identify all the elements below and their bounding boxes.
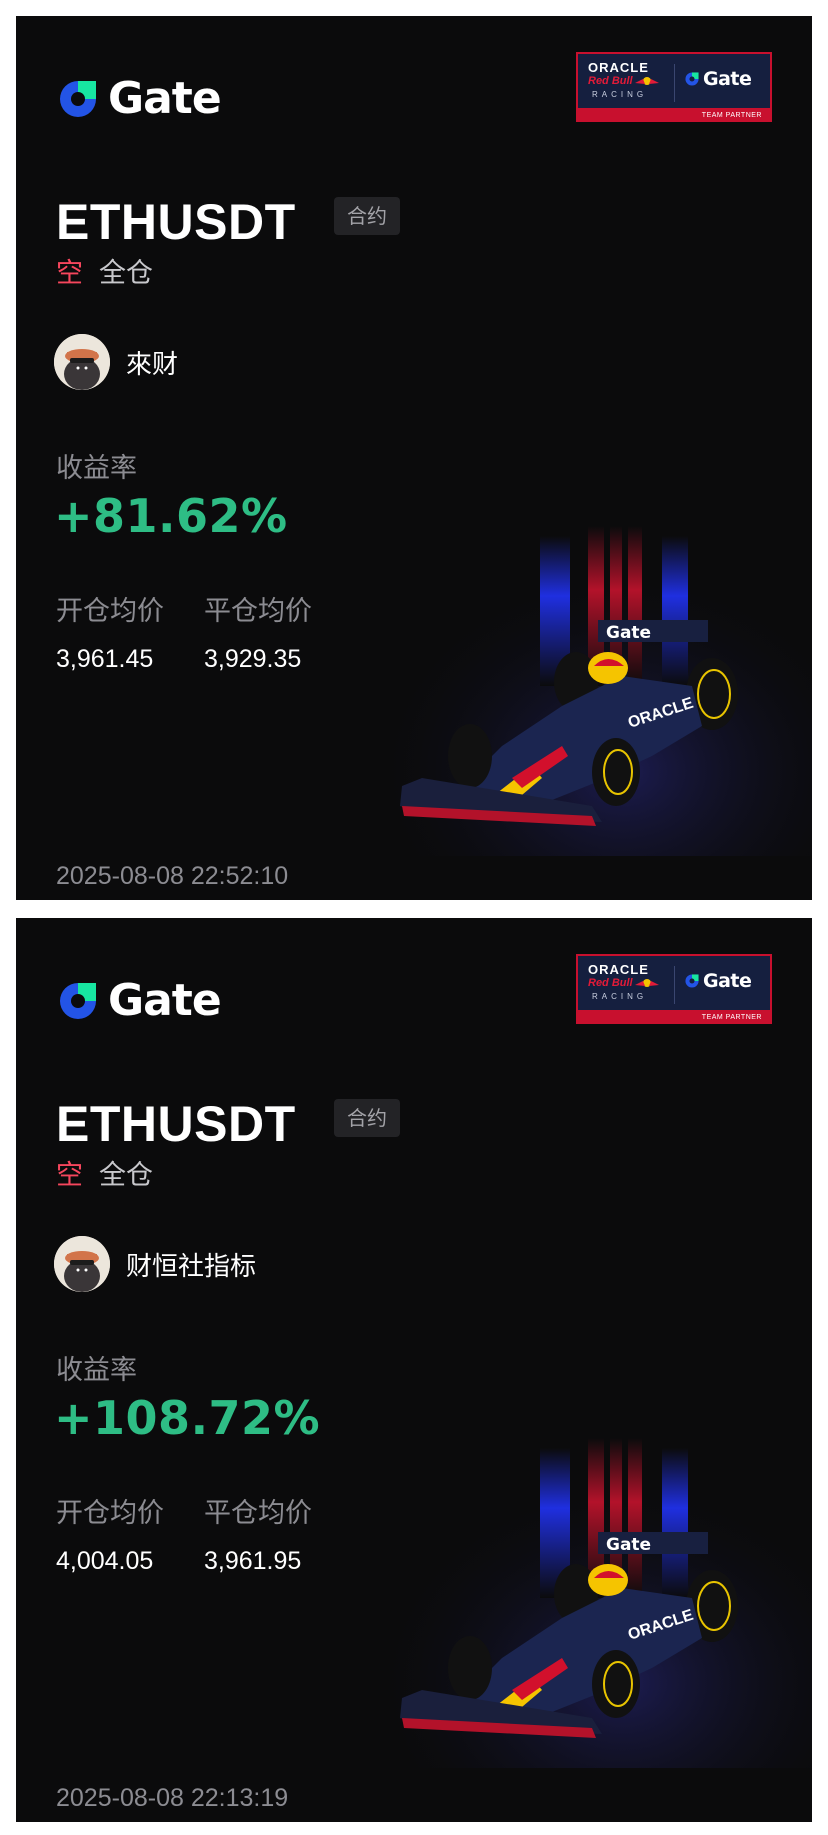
partner-tag-text: TEAM PARTNER [701, 1014, 762, 1021]
car-wing-text: Gate [606, 1535, 651, 1555]
partner-redbull-text: Red Bull [588, 977, 633, 989]
entry-price-block: 开仓均价 3,961.45 [56, 594, 164, 674]
exit-price-label: 平仓均价 [204, 1498, 312, 1529]
exit-price-value: 3,929.35 [204, 645, 302, 673]
partner-gate-text: Gate [703, 970, 752, 992]
gate-logo-icon [60, 983, 96, 1019]
exit-price-value: 3,961.95 [204, 1547, 302, 1575]
brand-name: Gate [108, 73, 222, 124]
direction-short: 空 [56, 1160, 83, 1191]
entry-price-block: 开仓均价 4,004.05 [56, 1496, 164, 1576]
entry-price-value: 3,961.45 [56, 645, 154, 673]
partner-tag-text: TEAM PARTNER [701, 112, 762, 119]
avatar-image [54, 334, 110, 390]
position-info: 空全仓 [56, 1158, 153, 1194]
roi-value: +81.62% [54, 489, 288, 543]
author-row: 來财 [54, 334, 178, 390]
share-card-1: Gate ORACLE Red Bull RACING Gate TEAM PA… [16, 16, 812, 900]
share-card-2: Gate ORACLE Red Bull RACING Gate TEAM PA… [16, 918, 812, 1822]
partner-divider [674, 64, 675, 102]
roi-value: +108.72% [54, 1391, 321, 1445]
entry-price-label: 开仓均价 [56, 596, 164, 627]
partner-gate-logo: Gate [684, 970, 752, 992]
partner-gate-logo: Gate [684, 68, 752, 90]
brand-name: Gate [108, 975, 222, 1026]
gate-logo: Gate [56, 73, 222, 124]
margin-mode: 全仓 [99, 258, 153, 289]
direction-short: 空 [56, 258, 83, 289]
contract-type-badge: 合约 [334, 197, 400, 235]
partner-racing-text: RACING [592, 992, 648, 1001]
trading-symbol: ETHUSDT [56, 1096, 296, 1152]
partner-racing-text: RACING [592, 90, 648, 99]
position-info: 空全仓 [56, 256, 153, 292]
red-bull-icon [635, 979, 659, 987]
roi-label: 收益率 [56, 1355, 137, 1386]
partner-bottom-strip: TEAM PARTNER [578, 1010, 770, 1022]
avatar [54, 1236, 110, 1292]
author-name: 來财 [126, 349, 179, 380]
entry-price-label: 开仓均价 [56, 1498, 164, 1529]
partner-oracle-text: ORACLE [588, 962, 649, 977]
partner-gate-text: Gate [703, 68, 752, 90]
margin-mode: 全仓 [99, 1160, 153, 1191]
team-partner-badge: ORACLE Red Bull RACING Gate TEAM PARTNER [576, 954, 772, 1024]
exit-price-block: 平仓均价 3,929.35 [204, 594, 312, 674]
team-partner-badge: ORACLE Red Bull RACING Gate TEAM PARTNER [576, 52, 772, 122]
red-bull-icon [635, 77, 659, 85]
gate-logo-icon [685, 974, 699, 988]
f1-car-image: Gate ORACLE [392, 516, 812, 856]
partner-divider [674, 966, 675, 1004]
avatar [54, 334, 110, 390]
partner-bottom-strip: TEAM PARTNER [578, 108, 770, 120]
author-row: 财恒社指标 [54, 1236, 256, 1292]
timestamp: 2025-08-08 22:13:19 [56, 1784, 289, 1812]
partner-redbull-text: Red Bull [588, 75, 633, 87]
timestamp: 2025-08-08 22:52:10 [56, 862, 289, 890]
entry-price-value: 4,004.05 [56, 1547, 154, 1575]
exit-price-block: 平仓均价 3,961.95 [204, 1496, 312, 1576]
f1-car-image: Gate ORACLE [392, 1428, 812, 1768]
gate-logo-icon [60, 81, 96, 117]
avatar-image [54, 1236, 110, 1292]
trading-symbol: ETHUSDT [56, 194, 296, 250]
gate-logo: Gate [56, 975, 222, 1026]
author-name: 财恒社指标 [126, 1251, 257, 1282]
contract-type-badge: 合约 [334, 1099, 400, 1137]
gate-logo-icon [685, 72, 699, 86]
roi-label: 收益率 [56, 453, 137, 484]
partner-oracle-text: ORACLE [588, 60, 649, 75]
exit-price-label: 平仓均价 [204, 596, 312, 627]
car-wing-text: Gate [606, 623, 651, 643]
